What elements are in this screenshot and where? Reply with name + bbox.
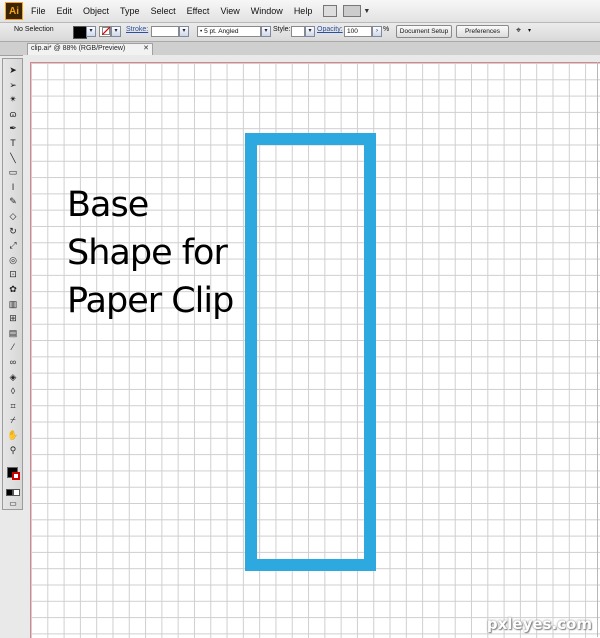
slice-icon[interactable]: ⌿: [7, 415, 19, 425]
document-setup-button[interactable]: Document Setup: [396, 25, 452, 38]
type-icon[interactable]: T: [7, 138, 19, 148]
zoom-icon[interactable]: ⚲: [7, 445, 19, 455]
stroke-color-swatch[interactable]: [99, 26, 111, 37]
stroke-weight-arrow[interactable]: ▾: [179, 26, 189, 37]
chevron-down-icon[interactable]: ▼: [363, 8, 370, 15]
panel-menu-icon[interactable]: ▾: [528, 27, 531, 34]
free-transform-icon[interactable]: ⊡: [7, 269, 19, 279]
app-logo[interactable]: Ai: [5, 2, 23, 20]
direct-select-icon[interactable]: ➢: [7, 80, 19, 90]
fill-dropdown-arrow[interactable]: ▾: [86, 26, 96, 37]
arrange-documents-icon[interactable]: [343, 5, 362, 17]
symbol-sprayer-icon[interactable]: ✿: [7, 284, 19, 294]
live-paint-icon[interactable]: ◈: [7, 372, 19, 382]
control-bar: No Selection ▾ ▾ Stroke: ▾ • 5 pt. Angle…: [0, 23, 600, 42]
text-line: Shape for: [67, 233, 228, 273]
opacity-percent: %: [383, 26, 390, 33]
brush-definition-dropdown[interactable]: • 5 pt. Angled: [197, 26, 261, 37]
scale-icon[interactable]: ⤢: [7, 240, 19, 250]
preferences-button[interactable]: Preferences: [456, 25, 509, 38]
blend-icon[interactable]: ∞: [7, 357, 19, 367]
close-icon[interactable]: ✕: [143, 44, 149, 54]
pen-icon[interactable]: ✒: [7, 123, 19, 133]
none-mode-icon[interactable]: [13, 489, 20, 496]
menu-view[interactable]: View: [220, 6, 239, 16]
warp-icon[interactable]: ◎: [7, 255, 19, 265]
eraser-icon[interactable]: ◇: [7, 211, 19, 221]
menu-edit[interactable]: Edit: [57, 6, 73, 16]
isolate-group-icon[interactable]: ⌖: [516, 25, 521, 36]
menu-bar: Ai File Edit Object Type Select Effect V…: [0, 0, 600, 23]
none-swatch-icon: [101, 26, 111, 36]
tools-panel: ▭ ➤ ➢ ✴ ɷ ✒ T ╲ ▭ ǀ ✎ ◇ ↻ ⤢ ◎ ⊡ ✿ ▥ ⊞ ▤ ⁄ ∞ ◈ ◊ ⌗ ⌿ ✋ ⚲: [2, 58, 23, 510]
brush-dropdown-arrow[interactable]: ▾: [261, 26, 271, 37]
rotate-icon[interactable]: ↻: [7, 226, 19, 236]
menu-effect[interactable]: Effect: [187, 6, 210, 16]
document-tab-title: clip.ai* @ 88% (RGB/Preview): [31, 45, 126, 52]
pencil-icon[interactable]: ✎: [7, 196, 19, 206]
selection-status: No Selection: [14, 26, 54, 33]
style-dropdown-arrow[interactable]: ▾: [305, 26, 315, 37]
menu-help[interactable]: Help: [294, 6, 313, 16]
stroke-dropdown-arrow[interactable]: ▾: [111, 26, 121, 37]
eyedropper-icon[interactable]: ⁄: [7, 342, 19, 352]
brush-definition-value: 5 pt. Angled: [204, 28, 239, 35]
gradient-icon[interactable]: ▤: [7, 328, 19, 338]
menu-type[interactable]: Type: [120, 6, 140, 16]
color-mode-icon[interactable]: [6, 489, 13, 496]
live-paint-select-icon[interactable]: ◊: [7, 386, 19, 396]
lasso-icon[interactable]: ɷ: [7, 109, 19, 119]
hand-icon[interactable]: ✋: [7, 430, 19, 440]
menu-file[interactable]: File: [31, 6, 46, 16]
style-swatch[interactable]: [291, 26, 305, 37]
text-line: Base: [67, 185, 149, 225]
bridge-icon[interactable]: [323, 5, 338, 17]
opacity-field[interactable]: 100: [344, 26, 372, 37]
stroke-swatch[interactable]: [12, 472, 20, 480]
graph-icon[interactable]: ▥: [7, 299, 19, 309]
magic-wand-icon[interactable]: ✴: [7, 94, 19, 104]
watermark: pxleyes.com: [486, 615, 592, 633]
fill-color-swatch[interactable]: [73, 26, 87, 39]
crop-icon[interactable]: ⌗: [7, 401, 19, 411]
opacity-arrow[interactable]: ›: [372, 26, 382, 37]
mesh-icon[interactable]: ⊞: [7, 313, 19, 323]
canvas-text[interactable]: Base Shape for Paper Clip: [67, 181, 267, 325]
text-line: Paper Clip: [67, 281, 234, 321]
screen-mode-icon[interactable]: ▭: [7, 499, 19, 509]
menu-window[interactable]: Window: [251, 6, 283, 16]
menu-select[interactable]: Select: [151, 6, 176, 16]
opacity-label[interactable]: Opacity:: [317, 26, 343, 33]
style-label: Style:: [273, 26, 291, 33]
line-icon[interactable]: ╲: [7, 153, 19, 163]
paper-clip-base-rectangle[interactable]: [245, 133, 376, 571]
rectangle-icon[interactable]: ▭: [7, 167, 19, 177]
document-tab[interactable]: clip.ai* @ 88% (RGB/Preview) ✕: [27, 43, 153, 55]
stroke-label[interactable]: Stroke:: [126, 26, 148, 33]
stroke-weight-field[interactable]: [151, 26, 179, 37]
artboard-edge: [597, 62, 598, 637]
arrow-icon[interactable]: ➤: [7, 65, 19, 75]
menu-object[interactable]: Object: [83, 6, 109, 16]
paintbrush-icon[interactable]: ǀ: [7, 182, 19, 192]
document-tab-bar: clip.ai* @ 88% (RGB/Preview) ✕: [0, 42, 600, 56]
